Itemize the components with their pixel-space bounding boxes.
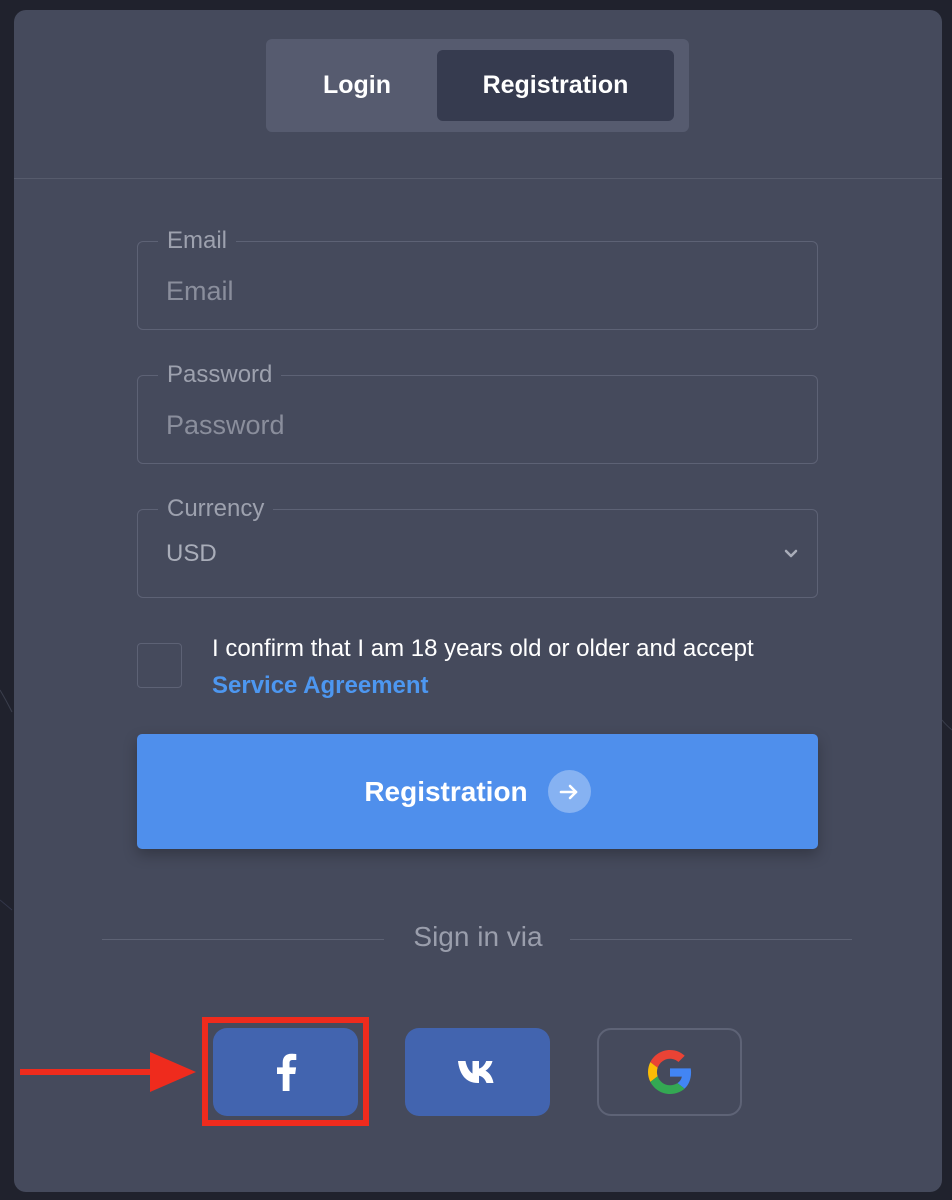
- currency-value: USD: [166, 540, 217, 567]
- email-input[interactable]: [138, 242, 817, 329]
- tab-registration[interactable]: Registration: [437, 50, 674, 121]
- age-confirm-checkbox[interactable]: [137, 643, 182, 688]
- signin-divider-right: [570, 939, 852, 940]
- password-input[interactable]: [138, 376, 817, 463]
- signin-via-heading: Sign in via: [413, 921, 543, 952]
- google-signin-button[interactable]: [597, 1028, 742, 1116]
- pointer-arrow-icon: [20, 1052, 196, 1092]
- email-field: Email: [137, 228, 818, 330]
- vk-icon: [457, 1061, 493, 1083]
- service-agreement-link[interactable]: Service Agreement: [212, 667, 832, 704]
- vk-signin-button[interactable]: [405, 1028, 550, 1116]
- currency-select[interactable]: Currency USD: [137, 496, 818, 598]
- age-confirm-label: I confirm that I am 18 years old or olde…: [212, 635, 754, 662]
- arrow-right-icon: [547, 770, 591, 813]
- auth-tabs: Login Registration: [266, 39, 689, 132]
- password-field: Password: [137, 362, 818, 464]
- tab-login[interactable]: Login: [277, 50, 437, 121]
- registration-panel: Login Registration Email Password Curren…: [14, 10, 942, 1192]
- google-icon: [647, 1050, 691, 1094]
- chevron-down-icon: [784, 549, 798, 558]
- registration-submit-button[interactable]: Registration: [137, 734, 818, 849]
- currency-label: Currency: [158, 496, 274, 522]
- registration-submit-label: Registration: [364, 775, 528, 807]
- header-divider: [14, 178, 942, 179]
- facebook-highlight-box: [202, 1017, 369, 1126]
- age-confirm-text: I confirm that I am 18 years old or olde…: [212, 630, 832, 704]
